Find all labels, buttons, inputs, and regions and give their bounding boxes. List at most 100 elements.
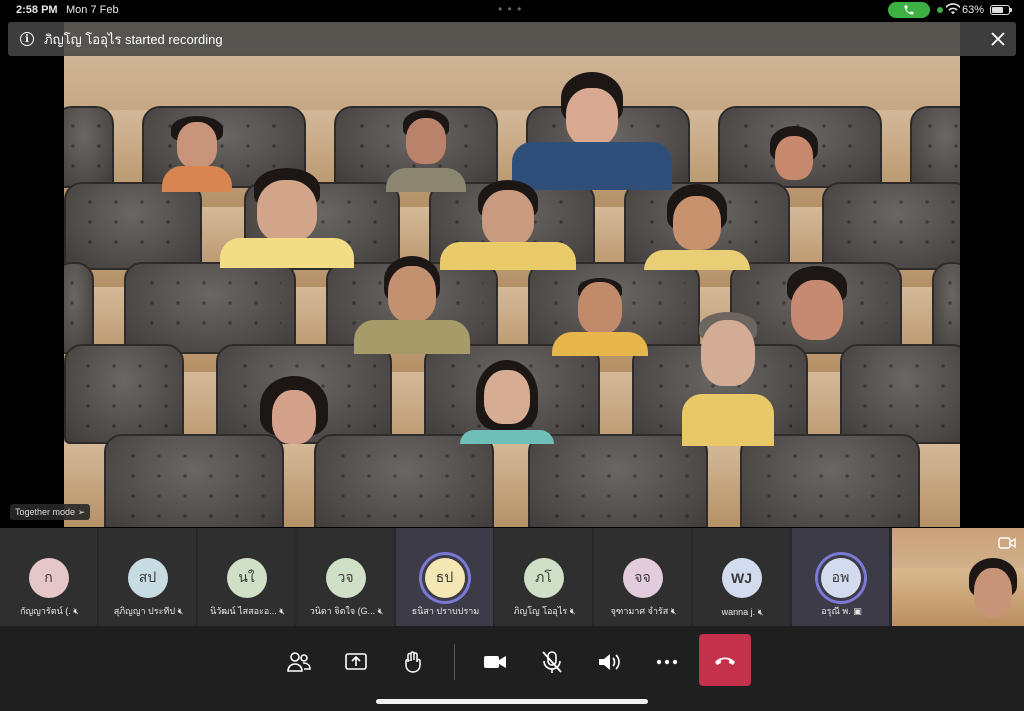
people-icon [287,652,311,672]
people-button[interactable] [282,648,316,676]
share-button[interactable] [339,648,373,676]
reactions-button[interactable] [396,648,430,676]
mic-off-icon: 🔇︎ [569,606,576,616]
battery-percent: 63% [962,4,985,16]
participant-tile[interactable]: ก กัญญารัตน์ (. 🔇︎ [0,528,98,626]
auditorium-seat [740,434,920,527]
participant-name-text: นิวัฒน์ ไสสอะอ... [210,606,277,616]
participant-tile-speaking[interactable]: อพ อรุณี พ. ▣ [792,528,890,626]
status-time: 2:58 PM [16,4,58,16]
auditorium-seat [840,344,960,444]
participant-strip: ก กัญญารัตน์ (. 🔇︎ สป สุภิญญา ประทีป 🔇︎ … [0,528,1024,626]
home-indicator[interactable] [376,699,648,704]
mic-off-icon: 🔇︎ [73,606,79,616]
auditorium-seat [910,106,960,188]
hangup-button[interactable] [699,634,751,686]
status-date: Mon 7 Feb [66,4,119,16]
phone-icon [904,5,914,15]
wifi-icon [946,3,960,15]
avatar-initials: อพ [831,569,850,585]
avatar: ก [28,558,69,598]
participant-video [552,276,648,356]
participant-name: นิวัฒน์ ไสสอะอ... 🔇︎ [202,604,293,618]
call-controls [0,626,1024,711]
recording-banner: i ภิญโญ โออุไร started recording [8,22,1016,56]
participant-video [254,374,334,446]
participant-name-text: วนิดา จิตใจ (G... [309,606,376,616]
avatar-initials: สป [138,569,157,585]
together-mode-stage [64,22,960,527]
participant-tile[interactable]: จจ จุฑามาศ จำรัส 🔇︎ [594,528,692,626]
participant-tile[interactable]: WJ wanna j. 🔇︎ [693,528,791,626]
multitasking-dots[interactable]: • • • [498,2,522,16]
together-mode-text: Together mode [15,507,76,517]
participant-name: ภิญโญ โออุไร 🔇︎ [499,604,590,618]
mic-off-icon: 🔇︎ [177,606,184,616]
avatar-initials: ก [44,569,53,585]
hangup-icon [715,657,735,665]
participant-tile[interactable]: สป สุภิญญา ประทีป 🔇︎ [99,528,197,626]
pin-icon: ➢ [77,507,86,517]
participant-name-text: สุภิญญา ประทีป [113,606,176,616]
mic-button[interactable] [535,648,569,676]
avatar: ภโ [523,558,564,598]
participant-name-text: อรุณี พ. [821,606,851,616]
auditorium-seat [314,434,494,527]
avatar-initials: จจ [634,569,651,585]
auditorium-seat [104,434,284,527]
battery-icon [990,5,1012,15]
status-bar: 2:58 PM Mon 7 Feb • • • 63% [0,0,1024,20]
auditorium-seat [528,434,708,527]
avatar: สป [127,558,168,598]
participant-name-text: จุฑามาศ จำรัส [610,606,669,616]
participant-name: กัญญารัตน์ (. 🔇︎ [4,604,95,618]
participant-tile[interactable]: ภโ ภิญโญ โออุไร 🔇︎ [495,528,593,626]
participant-video [460,358,554,444]
camera-icon [484,656,506,668]
participant-video [644,182,750,270]
auditorium-seat [64,344,184,444]
participant-video [220,168,354,268]
mic-off-icon: 🔇︎ [757,607,764,617]
speaker-button[interactable] [592,648,626,676]
banner-text: ภิญโญ โออุไร started recording [44,31,223,47]
participant-name: ธนิสา ปราบปราม [400,604,491,618]
participant-name-text: wanna j. [721,607,756,617]
mic-off-icon: 🔇︎ [279,606,285,616]
participant-name-text: กัญญารัตน์ (. [20,606,71,616]
participant-name-text: ธนิสา ปราบปราม [411,606,480,616]
participant-name-text: ภิญโญ โออุไร [513,606,568,616]
participant-tile-speaking[interactable]: ธป ธนิสา ปราบปราม [396,528,494,626]
participant-tile[interactable]: นใ นิวัฒน์ ไสสอะอ... 🔇︎ [198,528,296,626]
participant-name: จุฑามาศ จำรัส 🔇︎ [598,604,689,618]
avatar-initials: ธป [435,569,454,585]
participant-video [354,254,470,354]
avatar: WJ [721,558,762,598]
auditorium-seat [932,262,960,354]
participant-tile[interactable]: วจ วนิดา จิตใจ (G... 🔇︎ [297,528,395,626]
call-pill[interactable] [888,2,930,18]
more-button[interactable] [650,648,684,676]
auditorium-seat [64,182,202,270]
avatar-initials: วจ [337,569,354,585]
self-video-tile[interactable] [892,528,1024,626]
avatar: นใ [226,558,267,598]
avatar-initials: WJ [731,570,752,586]
switch-camera-icon[interactable] [998,536,1016,550]
camera-button[interactable] [478,648,512,676]
mic-off-icon [542,651,562,673]
auditorium-seat [64,262,94,354]
self-video-person [966,558,1020,626]
mic-off-icon: 🔇︎ [670,606,677,616]
close-icon[interactable] [990,31,1006,47]
avatar: ธป [424,558,465,598]
participant-video [512,68,672,190]
auditorium-seat [64,106,114,188]
together-mode-label[interactable]: Together mode ➢ [10,504,91,520]
avatar: จจ [622,558,663,598]
raise-hand-icon [405,651,421,673]
avatar-initials: ภโ [535,569,552,585]
more-icon [656,659,678,665]
screen-share-icon: ▣ [853,606,862,616]
participant-name: วนิดา จิตใจ (G... 🔇︎ [301,604,392,618]
